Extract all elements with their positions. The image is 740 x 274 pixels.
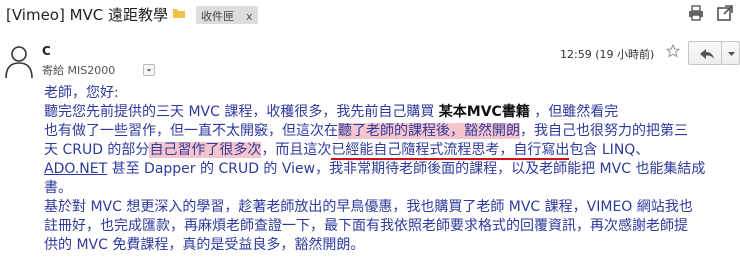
recipient-line: 寄給 MIS2000: [42, 64, 116, 77]
label-text: 收件匣: [201, 10, 234, 23]
body-line-4: 天 CRUD 的部分自己習作了很多次，而且這次已經能自己隨程式流程思考，自行寫出…: [44, 141, 734, 160]
body-line-8: 註冊好，也完成匯款，再麻煩老師查證一下，最下面有我依照老師要求格式的回覆資訊，再…: [44, 218, 688, 234]
chevron-down-icon[interactable]: [143, 64, 155, 76]
underlined-phrase: 已經能自己隨程式流程思考，自行寫出: [331, 142, 570, 160]
open-in-new-window-icon[interactable]: [716, 4, 734, 22]
body-line-3: 也有做了一些習作，但一直不太開竅，但這次在聽了老師的課程後，豁然開朗，我自己也很…: [44, 122, 734, 141]
body-text: ，而且這次: [261, 142, 332, 158]
reply-arrow-icon: [700, 49, 714, 59]
body-text: 聽完您先前提供的三天 MVC 課程，收穫很多，我先前自己購買: [44, 104, 439, 120]
greeting-line: 老師，您好:: [44, 85, 119, 101]
remove-label-button[interactable]: x: [246, 10, 253, 23]
sender-name[interactable]: C: [42, 44, 51, 58]
body-text: 甚至 Dapper 的 CRUD 的 View，我非常期待老師後面的課程，以及老…: [107, 161, 706, 177]
body-line-7: 基於對 MVC 想更深入的學習，趁著老師放出的早鳥優惠，我也購買了老師 MVC …: [44, 199, 693, 215]
print-icon[interactable]: [687, 4, 705, 22]
chevron-down-icon: [728, 52, 735, 56]
body-text: 也有做了一些習作，但一直不太開竅，但這次在: [44, 123, 338, 139]
email-subject: [Vimeo] MVC 遠距教學: [6, 6, 169, 24]
body-text: ，我自己也很努力的把第三: [520, 123, 688, 139]
star-icon[interactable]: [666, 44, 680, 58]
person-avatar-icon: [5, 46, 33, 78]
highlighted-phrase: 聽了老師的課程後，豁然開朗: [338, 123, 520, 139]
reply-button[interactable]: [688, 41, 722, 65]
body-text: 天 CRUD 的部分: [44, 142, 150, 158]
ado-net-link[interactable]: ADO.NET: [44, 161, 107, 177]
message-timestamp: 12:59 (19 小時前): [560, 48, 655, 61]
body-line-5: ADO.NET 甚至 Dapper 的 CRUD 的 View，我非常期待老師後…: [44, 160, 734, 179]
body-line-2: 聽完您先前提供的三天 MVC 課程，收穫很多，我先前自己購買 某本MVC書籍 ，…: [44, 103, 734, 122]
highlighted-phrase: 自己習作了很多次: [149, 142, 262, 158]
body-text: 包含 LINQ、: [569, 142, 650, 158]
body-text: ，但雖然看完: [529, 104, 619, 120]
body-line-6: 書。: [44, 180, 72, 196]
subject-bar: [Vimeo] MVC 遠距教學 收件匣 x: [0, 0, 740, 28]
inserted-book-name: 某本MVC書籍: [438, 104, 530, 120]
message-body: 老師，您好: 聽完您先前提供的三天 MVC 課程，收穫很多，我先前自己購買 某本…: [44, 84, 734, 255]
more-actions-button[interactable]: [721, 41, 740, 65]
inbox-label-chip[interactable]: 收件匣 x: [196, 6, 258, 24]
folder-tag-icon[interactable]: [173, 8, 185, 18]
body-line-9: 供的 MVC 免費課程，真的是受益良多，豁然開朗。: [44, 237, 365, 253]
message-header: C 寄給 MIS2000 12:59 (19 小時前): [0, 36, 740, 88]
